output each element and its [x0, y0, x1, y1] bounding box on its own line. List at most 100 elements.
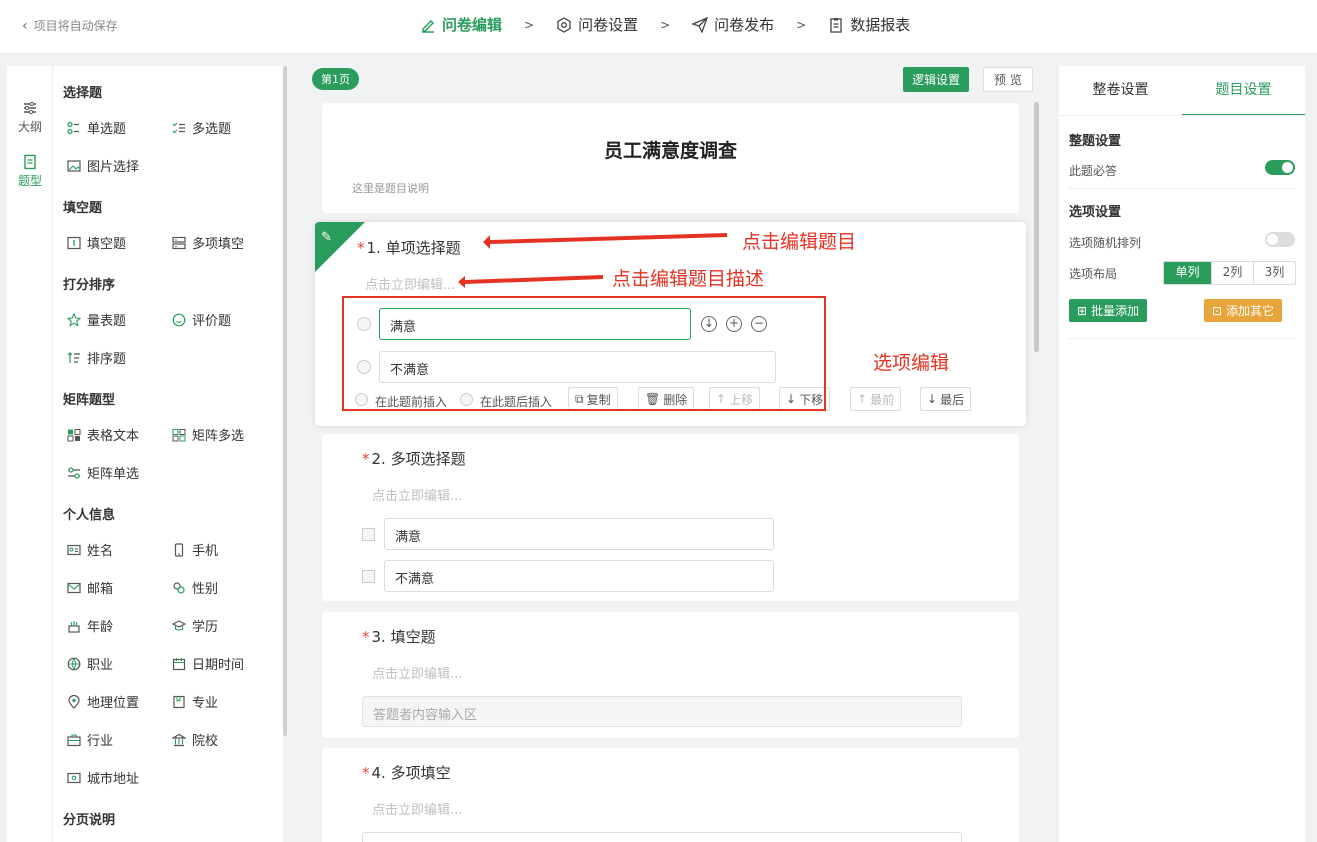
survey-description[interactable]: 这里是题目说明: [352, 180, 429, 196]
preview-button[interactable]: 预 览: [983, 67, 1033, 92]
tab-whole-survey[interactable]: 整卷设置: [1059, 66, 1182, 116]
more-square-icon: ⊡: [1212, 303, 1223, 318]
question-number: 3.: [371, 628, 386, 646]
step-label: 问卷设置: [578, 16, 639, 34]
palette-matrix-multi[interactable]: 矩阵多选: [172, 425, 244, 444]
palette-multi-fill[interactable]: 多项填空: [172, 233, 244, 252]
tab-question[interactable]: 题目设置: [1182, 66, 1305, 116]
star-icon: [67, 312, 81, 327]
palette-label: 图片选择: [87, 160, 140, 175]
section-options: 选项设置: [1069, 205, 1122, 220]
table-icon: [67, 428, 81, 441]
palette-multi-choice[interactable]: 多选题: [172, 118, 231, 137]
palette-label: 城市地址: [87, 772, 140, 787]
smile-icon: [172, 313, 186, 326]
group-page-desc: 分页说明: [63, 813, 116, 828]
palette-matrix-single[interactable]: 矩阵单选: [67, 463, 139, 482]
center-scrollbar[interactable]: [1034, 102, 1039, 352]
palette-label: 多选题: [192, 122, 232, 137]
step-settings[interactable]: 问卷设置: [556, 14, 638, 35]
palette-datetime[interactable]: 日期时间: [172, 654, 244, 673]
palette-gender[interactable]: 性别: [172, 578, 218, 597]
annotation-edit-title: 点击编辑题目: [742, 231, 857, 253]
random-order-toggle[interactable]: [1265, 232, 1295, 247]
batch-add-button[interactable]: ⊞ 批量添加: [1069, 299, 1148, 322]
question-desc-3[interactable]: 点击立即编辑...: [372, 663, 462, 682]
palette-scrollbar[interactable]: [283, 66, 287, 736]
step-separator: >: [660, 17, 671, 32]
question-title-text: 单项选择题: [385, 239, 461, 257]
palette-name[interactable]: 姓名: [67, 540, 113, 559]
clipboard-icon: [830, 17, 842, 33]
step-report[interactable]: 数据报表: [828, 14, 910, 35]
layout-three-columns[interactable]: 3列: [1253, 262, 1295, 284]
palette-school[interactable]: 院校: [172, 730, 218, 749]
option-input-peek[interactable]: [362, 832, 962, 842]
step-separator: >: [524, 17, 535, 32]
button-label: 批量添加: [1091, 304, 1140, 318]
palette-table-text[interactable]: 表格文本: [67, 425, 139, 444]
step-publish[interactable]: 问卷发布: [692, 14, 774, 35]
grid-icon: [172, 428, 186, 441]
palette-location[interactable]: 地理位置: [67, 692, 139, 711]
palette-label: 单选题: [87, 122, 127, 137]
palette-phone[interactable]: 手机: [172, 540, 218, 559]
page-badge[interactable]: 第1页: [312, 68, 359, 90]
checklist-icon: [172, 122, 185, 133]
question-number: 4.: [371, 764, 386, 782]
layout-single-column[interactable]: 单列: [1164, 262, 1211, 284]
palette-industry[interactable]: 行业: [67, 730, 113, 749]
question-title-text: 填空题: [390, 628, 436, 646]
move-top-button[interactable]: ↑ 最前: [850, 387, 902, 411]
palette-job[interactable]: 职业: [67, 654, 113, 673]
palette-image-choice[interactable]: 图片选择: [67, 156, 139, 175]
question-title-1[interactable]: * 1. 单项选择题: [357, 237, 461, 258]
question-title-3[interactable]: * 3. 填空题: [362, 626, 436, 647]
group-rating: 打分排序: [63, 278, 116, 293]
answer-input-area: 答题者内容输入区: [362, 696, 962, 727]
survey-title[interactable]: 员工满意度调查: [322, 136, 1019, 163]
required-toggle[interactable]: [1265, 160, 1295, 175]
palette-education[interactable]: 学历: [172, 616, 218, 635]
question-title-4[interactable]: * 4. 多项填空: [362, 762, 451, 783]
sort-icon: [67, 351, 80, 363]
mail-icon: [67, 582, 81, 593]
rail-types[interactable]: 题型: [7, 154, 53, 189]
rail-outline[interactable]: 大纲: [7, 100, 53, 135]
back-link[interactable]: ‹ 项目将自动保存: [22, 17, 118, 34]
question-desc-4[interactable]: 点击立即编辑...: [372, 799, 462, 818]
document-icon: [24, 154, 36, 170]
logic-settings-button[interactable]: 逻辑设置: [903, 67, 970, 92]
palette-single-choice[interactable]: 单选题: [67, 118, 126, 137]
required-mark: *: [362, 628, 370, 646]
palette-label: 地理位置: [87, 696, 140, 711]
cake-icon: [68, 620, 80, 633]
palette-label: 排序题: [87, 352, 127, 367]
add-other-button[interactable]: ⊡ 添加其它: [1204, 299, 1283, 322]
building-icon: [172, 733, 186, 746]
layout-two-columns[interactable]: 2列: [1211, 262, 1253, 284]
palette-major[interactable]: 专业: [172, 692, 218, 711]
step-edit[interactable]: 问卷编辑: [420, 14, 502, 35]
palette-scale[interactable]: 量表题: [67, 310, 126, 329]
question-desc-2[interactable]: 点击立即编辑...: [372, 485, 462, 504]
palette-label: 性别: [192, 582, 219, 597]
option-input-2[interactable]: 不满意: [384, 560, 774, 592]
map-pin-icon: [68, 694, 80, 709]
palette-city[interactable]: 城市地址: [67, 768, 139, 787]
option-layout-label: 选项布局: [1069, 267, 1118, 281]
survey-header-card[interactable]: 员工满意度调查 这里是题目说明: [322, 103, 1019, 213]
option-input-1[interactable]: 满意: [384, 518, 774, 550]
palette-label: 姓名: [87, 544, 114, 559]
palette-email[interactable]: 邮箱: [67, 578, 113, 597]
question-title-2[interactable]: * 2. 多项选择题: [362, 448, 466, 469]
palette-fill[interactable]: 填空题: [67, 233, 126, 252]
palette-age[interactable]: 年龄: [67, 616, 113, 635]
move-bottom-button[interactable]: ↓ 最后: [920, 387, 972, 411]
section-whole-question: 整题设置: [1069, 134, 1122, 149]
palette-sort[interactable]: 排序题: [67, 348, 126, 367]
sliders-icon: [68, 466, 80, 479]
option-checkbox: [362, 570, 375, 583]
question-desc-1[interactable]: 点击立即编辑...: [365, 274, 455, 293]
palette-rating[interactable]: 评价题: [172, 310, 231, 329]
